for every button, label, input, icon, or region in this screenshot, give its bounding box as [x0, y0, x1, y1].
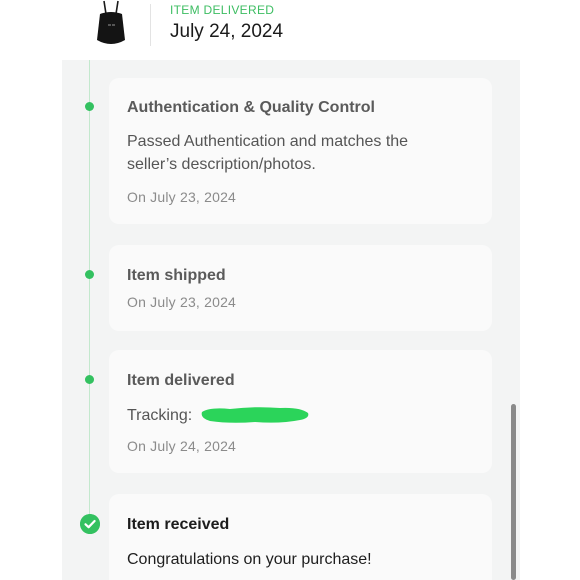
order-status-date: July 24, 2024: [170, 21, 284, 42]
order-status-panel: ITEM DELIVERED July 24, 2024 Authenticat…: [62, 0, 520, 580]
card-body-line: Passed Authentication and matches the: [127, 133, 409, 150]
timeline-card-received: Item received Congratulations on your pu…: [109, 494, 492, 580]
header-divider: [150, 4, 151, 46]
timeline-card-shipped: Item shipped On July 23, 2024: [109, 245, 492, 331]
card-date: On July 23, 2024: [127, 189, 237, 205]
timeline-dot: [85, 270, 94, 279]
timeline-card-delivered: Item delivered Tracking: On July 24, 202…: [109, 350, 492, 473]
timeline-dot: [85, 375, 94, 384]
card-body-line: Congratulations on your purchase!: [127, 551, 372, 568]
card-title: Item shipped: [127, 267, 226, 284]
timeline-line: [89, 60, 90, 518]
card-date: On July 24, 2024: [127, 438, 237, 454]
check-circle-icon: [80, 514, 100, 534]
timeline-card-authentication: Authentication & Quality Control Passed …: [109, 78, 492, 224]
card-title: Item received: [127, 516, 230, 533]
order-status-label: ITEM DELIVERED: [170, 3, 275, 17]
timeline-dot: [85, 102, 94, 111]
scrollbar[interactable]: [511, 404, 516, 580]
card-body-line: seller’s description/photos.: [127, 156, 316, 173]
card-date: On July 23, 2024: [127, 294, 237, 310]
card-title: Item delivered: [127, 372, 235, 389]
tracking-redaction-mark: [201, 407, 309, 423]
card-title: Authentication & Quality Control: [127, 99, 375, 116]
tracking-label: Tracking:: [127, 407, 193, 424]
order-header: ITEM DELIVERED July 24, 2024: [62, 0, 520, 60]
product-thumbnail[interactable]: [94, 0, 128, 48]
